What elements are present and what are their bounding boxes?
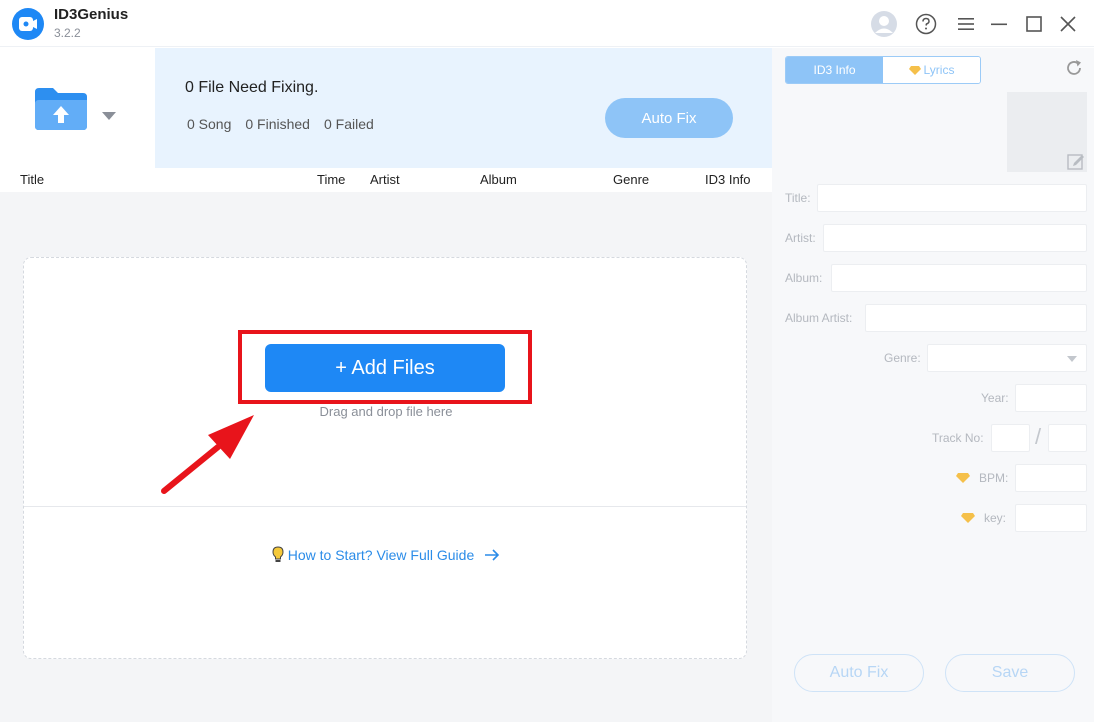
year-field[interactable] xyxy=(1015,384,1087,412)
minimize-icon[interactable] xyxy=(985,10,1013,38)
chevron-down-icon[interactable] xyxy=(101,108,117,126)
annotation-arrow-icon xyxy=(161,415,254,494)
help-icon[interactable] xyxy=(912,10,940,38)
auto-fix-panel-button[interactable]: Auto Fix xyxy=(794,654,924,692)
tab-lyrics[interactable]: Lyrics xyxy=(883,57,980,83)
album-field[interactable] xyxy=(831,264,1087,292)
lightbulb-icon xyxy=(272,546,284,562)
folder-panel xyxy=(0,48,155,168)
divider xyxy=(24,506,746,507)
column-id3-info[interactable]: ID3 Info xyxy=(705,172,751,187)
auto-fix-button[interactable]: Auto Fix xyxy=(605,98,733,138)
highlight-box xyxy=(238,330,532,404)
tab-id3-info[interactable]: ID3 Info xyxy=(786,57,883,83)
column-title[interactable]: Title xyxy=(20,172,44,187)
folder-upload-icon[interactable] xyxy=(33,86,91,137)
genre-select[interactable] xyxy=(927,344,1087,372)
app-version: 3.2.2 xyxy=(54,26,81,40)
column-genre[interactable]: Genre xyxy=(613,172,649,187)
album-label: Album: xyxy=(785,271,823,285)
guide-link[interactable]: How to Start? View Full Guide xyxy=(24,546,748,564)
guide-link-text[interactable]: How to Start? View Full Guide xyxy=(288,547,475,563)
summary-panel: 0 File Need Fixing. 0 Song 0 Finished 0 … xyxy=(155,48,772,168)
column-artist[interactable]: Artist xyxy=(370,172,400,187)
drop-zone[interactable]: + Add Files Drag and drop file here How … xyxy=(23,257,747,659)
arrow-right-icon xyxy=(485,549,500,561)
failed-count: 0 Failed xyxy=(323,116,374,132)
track-total-field[interactable] xyxy=(1048,424,1087,452)
column-time[interactable]: Time xyxy=(317,172,345,187)
album-artist-label: Album Artist: xyxy=(785,311,853,325)
save-button[interactable]: Save xyxy=(945,654,1075,692)
column-album[interactable]: Album xyxy=(480,172,517,187)
artist-field[interactable] xyxy=(823,224,1087,252)
maximize-icon[interactable] xyxy=(1020,10,1048,38)
close-icon[interactable] xyxy=(1054,10,1082,38)
summary-title: 0 File Need Fixing. xyxy=(185,79,319,96)
account-avatar-icon[interactable] xyxy=(870,10,898,38)
tab-lyrics-label: Lyrics xyxy=(923,63,955,77)
app-logo xyxy=(12,8,44,40)
file-list-area: + Add Files Drag and drop file here How … xyxy=(0,192,772,722)
editor-tabs: ID3 Info Lyrics xyxy=(785,56,981,84)
song-count: 0 Song xyxy=(187,116,232,132)
track-separator: / xyxy=(1035,424,1042,449)
edit-icon[interactable] xyxy=(1067,152,1085,170)
bpm-label: BPM: xyxy=(979,471,1009,485)
bpm-field[interactable] xyxy=(1015,464,1087,492)
diamond-icon xyxy=(908,66,921,75)
diamond-icon xyxy=(956,473,970,483)
title-bar: ID3Genius 3.2.2 xyxy=(0,0,1094,47)
id3-editor-panel: ID3 Info Lyrics Title: Artist: Album: Al… xyxy=(772,48,1094,722)
app-name: ID3Genius xyxy=(54,6,129,23)
track-number-field[interactable] xyxy=(991,424,1030,452)
drop-hint: Drag and drop file here xyxy=(319,404,453,419)
album-cover xyxy=(1007,92,1087,172)
track-no-label: Track No: xyxy=(932,431,984,445)
key-field[interactable] xyxy=(1015,504,1087,532)
artist-label: Artist: xyxy=(785,231,816,245)
table-header: Title Time Artist Album Genre ID3 Info xyxy=(0,168,772,192)
chevron-down-icon xyxy=(1067,356,1077,362)
year-label: Year: xyxy=(981,391,1009,405)
album-artist-field[interactable] xyxy=(865,304,1087,332)
menu-icon[interactable] xyxy=(952,10,980,38)
refresh-icon[interactable] xyxy=(1064,58,1084,83)
title-field[interactable] xyxy=(817,184,1087,212)
summary-stats: 0 Song 0 Finished 0 Failed xyxy=(187,116,374,132)
title-label: Title: xyxy=(785,191,811,205)
finished-count: 0 Finished xyxy=(245,116,310,132)
genre-label: Genre: xyxy=(884,351,921,365)
key-label: key: xyxy=(984,511,1007,525)
diamond-icon xyxy=(961,513,975,523)
